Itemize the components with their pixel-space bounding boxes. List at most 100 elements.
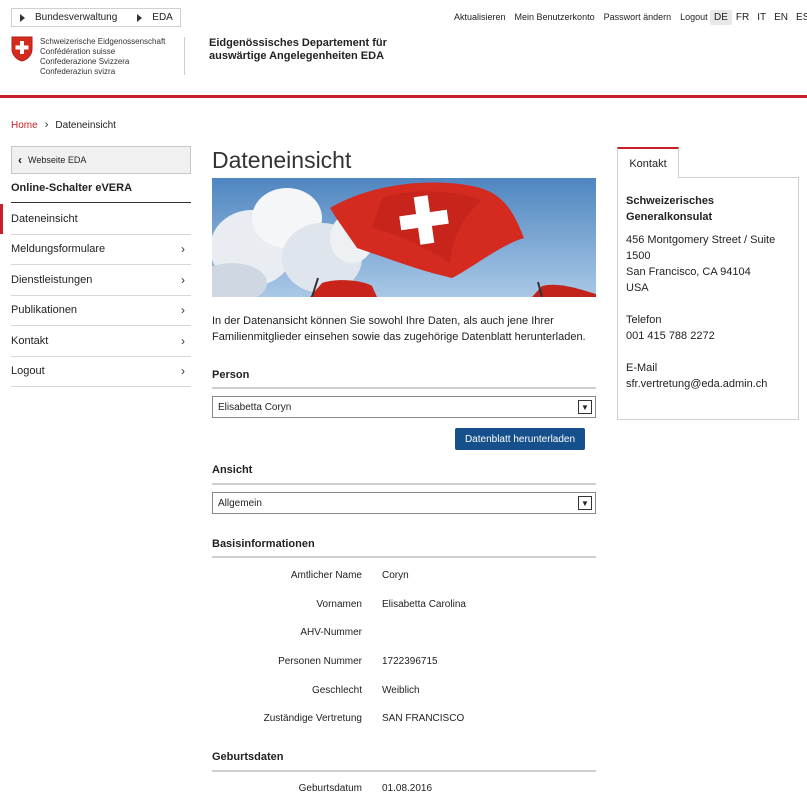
contact-email-link[interactable]: sfr.vertretung@eda.admin.ch [626, 376, 796, 392]
birth-divider [212, 770, 596, 772]
field-value: Coryn [382, 570, 409, 581]
crumb-bundesverwaltung-label: Bundesverwaltung [35, 12, 118, 23]
sidebar-item-meldungsformulare[interactable]: Meldungsformulare › [11, 235, 191, 265]
confed-it: Confederazione Svizzera [40, 57, 130, 66]
field-key: Zuständige Vertretung [263, 713, 362, 724]
sidebar-item-kontakt[interactable]: Kontakt › [11, 326, 191, 357]
birth-section-title: Geburtsdaten [212, 751, 284, 763]
link-passwort-aendern[interactable]: Passwort ändern [604, 12, 672, 22]
field-key: Geburtsdatum [298, 783, 362, 794]
swiss-shield-logo[interactable] [11, 36, 33, 62]
view-select-value: Allgemein [218, 497, 262, 509]
language-switcher: DE FR IT EN ES [710, 10, 807, 25]
field-value: SAN FRANCISCO [382, 713, 465, 724]
chevron-right-icon: › [181, 364, 185, 379]
breadcrumb-bundesverwaltung[interactable]: Bundesverwaltung EDA [11, 8, 181, 27]
person-select[interactable]: Elisabetta Coryn ▼ [212, 396, 596, 418]
chevron-down-icon: ▼ [578, 400, 592, 414]
link-aktualisieren[interactable]: Aktualisieren [454, 12, 506, 22]
chevron-right-icon: › [181, 303, 185, 318]
field-key: Geschlecht [311, 685, 362, 696]
view-label: Ansicht [212, 464, 253, 476]
contact-address: 456 Montgomery Street / Suite 1500 San F… [626, 232, 796, 296]
chevron-right-icon: › [181, 272, 185, 287]
field-value: Elisabetta Carolina [382, 599, 466, 610]
contact-org-line2: Generalkonsulat [626, 211, 713, 223]
link-logout[interactable]: Logout [680, 12, 708, 22]
sidebar-item-label: Meldungsformulare [11, 243, 106, 256]
sidebar-item-label: Dateneinsicht [11, 212, 78, 225]
sidebar-nav: Dateneinsicht Meldungsformulare › Dienst… [0, 204, 191, 387]
birth-row-geburtsdatum: Geburtsdatum 01.08.2016 [212, 783, 596, 797]
basis-section-title: Basisinformationen [212, 538, 315, 550]
basis-row-ahv-nummer: AHV-Nummer [212, 627, 596, 641]
top-links: Aktualisieren Mein Benutzerkonto Passwor… [454, 12, 708, 22]
header-red-line [0, 95, 807, 98]
field-key: Personen Nummer [278, 656, 362, 667]
field-key: Amtlicher Name [290, 570, 362, 581]
contact-address-line: San Francisco, CA 94104 [626, 266, 751, 278]
sidebar-item-label: Dienstleistungen [11, 273, 93, 286]
triangle-right-icon [20, 13, 25, 22]
basis-divider [212, 556, 596, 558]
contact-address-line: USA [626, 282, 649, 294]
confed-de: Schweizerische Eidgenossenschaft [40, 37, 166, 46]
breadcrumb: Home › Dateneinsicht [11, 119, 116, 131]
back-button-label: Webseite EDA [28, 155, 87, 165]
chevron-right-icon: › [44, 119, 49, 131]
lang-de[interactable]: DE [710, 10, 732, 25]
contact-org-line1: Schweizerisches [626, 195, 715, 207]
chevron-left-icon: ‹ [18, 153, 22, 167]
field-value: 1722396715 [382, 656, 438, 667]
triangle-right-icon [137, 13, 143, 22]
view-select[interactable]: Allgemein ▼ [212, 492, 596, 514]
contact-phone-number[interactable]: 001 415 788 2272 [626, 328, 796, 344]
chevron-right-icon: › [181, 242, 185, 257]
contact-email: E-Mail sfr.vertretung@eda.admin.ch [626, 360, 796, 392]
lang-fr[interactable]: FR [732, 10, 753, 25]
person-select-value: Elisabetta Coryn [218, 401, 292, 413]
basis-row-zustaendige-vertretung: Zuständige Vertretung SAN FRANCISCO [212, 713, 596, 727]
person-divider [212, 387, 596, 389]
sidebar-item-label: Kontakt [11, 334, 49, 347]
chevron-down-icon: ▼ [578, 496, 592, 510]
confed-fr: Confédération suisse [40, 47, 116, 56]
lang-en[interactable]: EN [770, 10, 792, 25]
lang-it[interactable]: IT [753, 10, 770, 25]
department-title: Eidgenössisches Departement für auswärti… [209, 37, 387, 63]
sidebar-item-dateneinsicht[interactable]: Dateneinsicht [0, 204, 191, 235]
sidebar-item-publikationen[interactable]: Publikationen › [11, 296, 191, 326]
department-line2: auswärtige Angelegenheiten EDA [209, 50, 385, 62]
contact-address-line: 456 Montgomery Street / Suite [626, 234, 776, 246]
lang-es[interactable]: ES [792, 10, 807, 25]
contact-phone-label: Telefon [626, 314, 662, 326]
basis-row-amtlicher-name: Amtlicher Name Coryn [212, 570, 596, 584]
back-to-eda-button[interactable]: ‹ Webseite EDA [11, 146, 191, 174]
chevron-right-icon: › [181, 333, 185, 348]
page-title: Dateneinsicht [212, 147, 352, 173]
sidebar-item-dienstleistungen[interactable]: Dienstleistungen › [11, 265, 191, 296]
breadcrumb-home[interactable]: Home [11, 120, 38, 131]
intro-text: In der Datenansicht können Sie sowohl Ih… [212, 315, 586, 343]
contact-organisation: Schweizerisches Generalkonsulat [626, 193, 796, 225]
field-key: AHV-Nummer [300, 627, 362, 638]
department-line1: Eidgenössisches Departement für [209, 37, 387, 49]
header-divider [184, 37, 185, 75]
crumb-eda-label: EDA [152, 12, 173, 23]
basis-row-geschlecht: Geschlecht Weiblich [212, 685, 596, 699]
field-value: 01.08.2016 [382, 783, 433, 794]
field-value: Weiblich [382, 685, 420, 696]
contact-email-label: E-Mail [626, 362, 658, 374]
person-label: Person [212, 369, 250, 381]
contact-phone: Telefon 001 415 788 2272 [626, 312, 796, 344]
tab-kontakt[interactable]: Kontakt [617, 147, 679, 178]
basis-row-personen-nummer: Personen Nummer 1722396715 [212, 656, 596, 670]
basis-row-vornamen: Vornamen Elisabetta Carolina [212, 599, 596, 613]
view-divider [212, 483, 596, 485]
swiss-flags-banner-image [212, 178, 596, 297]
download-datasheet-button[interactable]: Datenblatt herunterladen [455, 428, 585, 450]
sidebar-item-label: Logout [11, 365, 45, 378]
link-benutzerkonto[interactable]: Mein Benutzerkonto [515, 12, 595, 22]
sidebar-item-logout[interactable]: Logout › [11, 357, 191, 387]
sidebar-title: Online-Schalter eVERA [11, 182, 191, 203]
